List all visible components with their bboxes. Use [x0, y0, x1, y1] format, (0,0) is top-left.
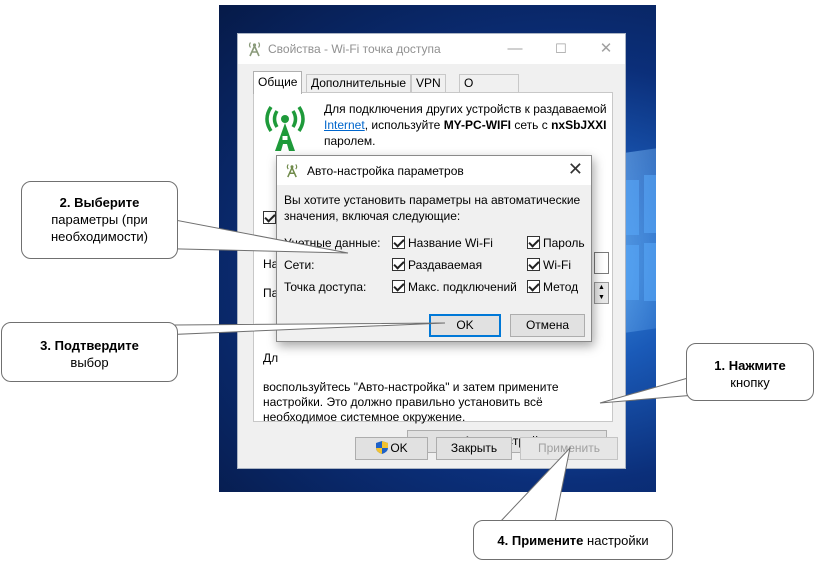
callout-step-1: 1. Нажмите кнопку: [686, 343, 814, 401]
callout-step-2: 2. Выберите параметры (при необходимости…: [21, 181, 178, 259]
tab-general[interactable]: Общие: [253, 71, 303, 94]
callout-step-4: 4. Примените настройки: [473, 520, 673, 560]
callout-step-3: 3. Подтвердите выбор: [1, 322, 178, 382]
callout-leaders: [138, 219, 696, 523]
